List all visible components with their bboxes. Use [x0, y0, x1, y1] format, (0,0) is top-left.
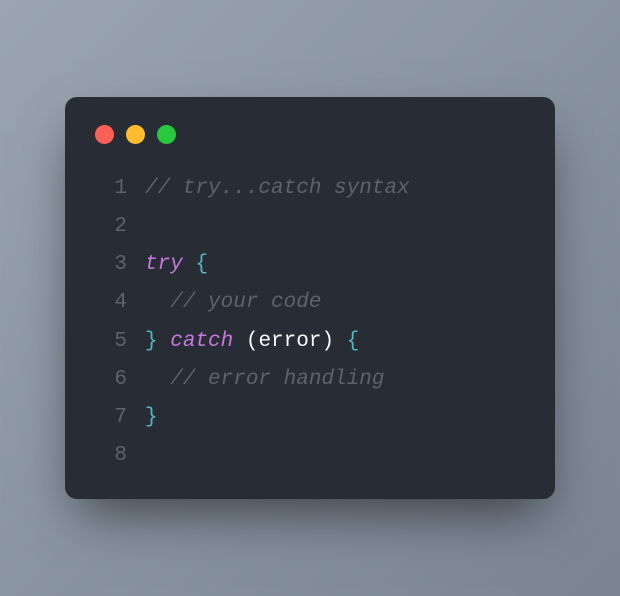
code-line: 4 // your code [95, 284, 525, 322]
code-line: 3try { [95, 246, 525, 284]
code-editor-window: 1// try...catch syntax23try {4 // your c… [65, 97, 555, 500]
code-content [127, 437, 145, 475]
code-line: 2 [95, 208, 525, 246]
code-content [127, 208, 145, 246]
code-line: 6 // error handling [95, 361, 525, 399]
code-content: // error handling [127, 361, 384, 399]
line-number: 1 [95, 170, 127, 208]
maximize-icon[interactable] [157, 125, 176, 144]
code-line: 5} catch (error) { [95, 323, 525, 361]
code-content: // try...catch syntax [127, 170, 410, 208]
code-content: // your code [127, 284, 321, 322]
line-number: 4 [95, 284, 127, 322]
code-area[interactable]: 1// try...catch syntax23try {4 // your c… [95, 170, 525, 476]
minimize-icon[interactable] [126, 125, 145, 144]
code-content: try { [127, 246, 208, 284]
line-number: 7 [95, 399, 127, 437]
code-line: 8 [95, 437, 525, 475]
code-line: 1// try...catch syntax [95, 170, 525, 208]
window-titlebar [95, 125, 525, 144]
line-number: 2 [95, 208, 127, 246]
code-content: } [127, 399, 158, 437]
line-number: 3 [95, 246, 127, 284]
line-number: 6 [95, 361, 127, 399]
close-icon[interactable] [95, 125, 114, 144]
code-line: 7} [95, 399, 525, 437]
line-number: 5 [95, 323, 127, 361]
code-content: } catch (error) { [127, 323, 359, 361]
line-number: 8 [95, 437, 127, 475]
